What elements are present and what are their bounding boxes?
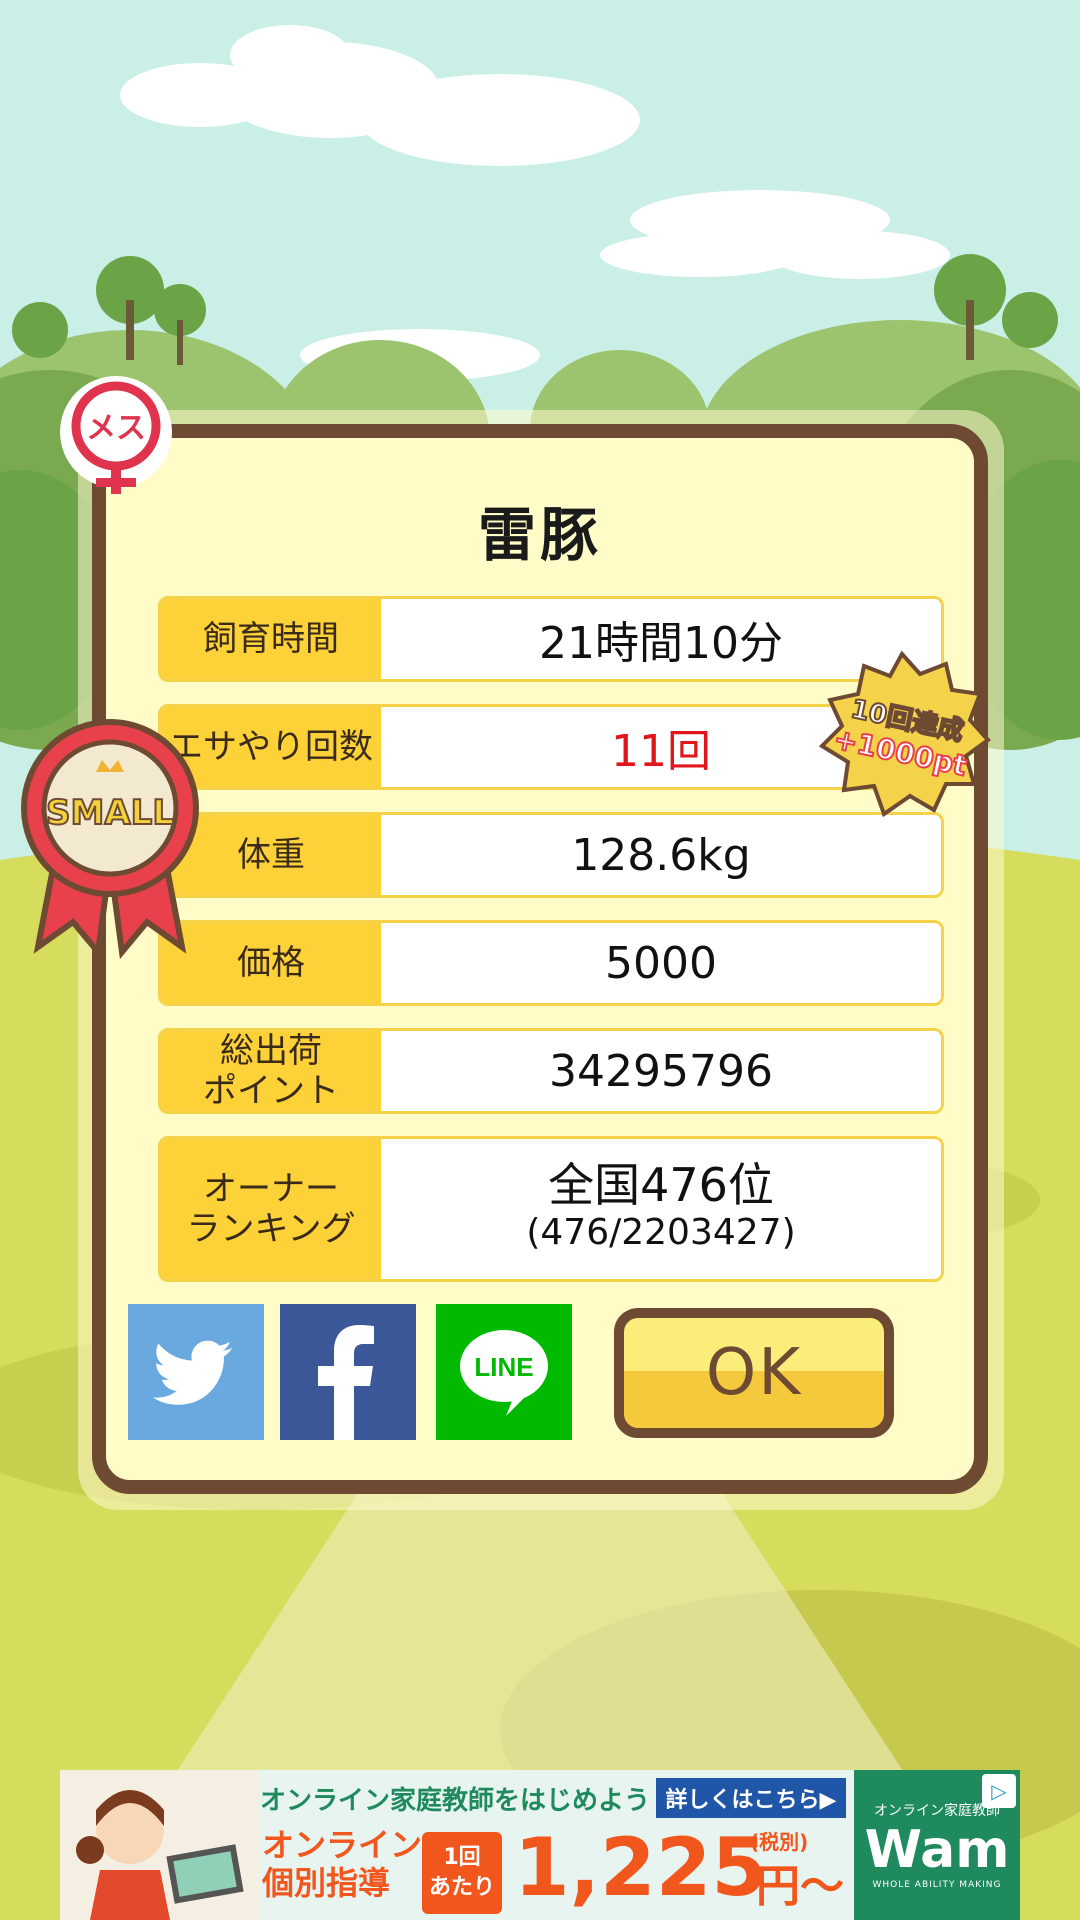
ad-service-line1: オンライン	[262, 1826, 423, 1864]
ad-per-line1: 1回	[443, 1845, 481, 1870]
line-icon: LINE	[436, 1304, 572, 1440]
row-value: 5000	[381, 923, 941, 1003]
ad-banner[interactable]: オンライン家庭教師をはじめよう 詳しくはこちら▶ オンライン 個別指導 1回 あ…	[60, 1770, 1020, 1920]
adchoices-icon[interactable]: ▷	[982, 1774, 1016, 1808]
ad-brand-tagline: WHOLE ABILITY MAKING	[872, 1880, 1002, 1890]
achievement-badge: 10回達成 +1000pt	[812, 650, 992, 820]
row-label: 飼育時間	[161, 599, 381, 679]
ribbon-icon: SMALL	[21, 719, 199, 960]
ranking-detail: (476/2203427)	[526, 1212, 796, 1253]
ranking-main: 全国476位	[548, 1158, 774, 1212]
ad-detail-button[interactable]: 詳しくはこちら▶	[656, 1778, 846, 1818]
ad-brand-name: Wam	[864, 1820, 1010, 1880]
row-label: オーナー ランキング	[161, 1139, 381, 1279]
female-symbol-icon: メス	[60, 376, 172, 494]
twitter-icon	[128, 1304, 264, 1440]
row-label-line1: オーナー	[203, 1169, 339, 1209]
ad-per-line2: あたり	[428, 1875, 495, 1900]
ad-service: オンライン 個別指導	[262, 1826, 422, 1902]
facebook-icon	[280, 1304, 416, 1440]
status-dialog: 雷豚 飼育時間 21時間10分 エサやり回数 11回 体重 128.6kg 価格…	[92, 424, 988, 1494]
size-label: SMALL	[46, 793, 174, 833]
ad-per-lesson: 1回 あたり	[422, 1832, 502, 1914]
twitter-share-button[interactable]	[128, 1304, 264, 1440]
gender-label: メス	[86, 411, 146, 446]
ad-price: 1,225	[514, 1821, 768, 1914]
row-label-line1: 総出荷	[220, 1031, 322, 1071]
ok-button[interactable]: OK	[614, 1308, 894, 1438]
row-label: 総出荷 ポイント	[161, 1031, 381, 1111]
ad-service-line2: 個別指導	[262, 1864, 391, 1902]
size-ribbon: SMALL	[18, 712, 202, 962]
row-label-line2: ポイント	[203, 1071, 339, 1111]
female-badge: メス	[52, 376, 180, 504]
starburst-icon: 10回達成 +1000pt	[818, 650, 991, 818]
row-price: 価格 5000	[158, 920, 944, 1006]
line-share-button[interactable]: LINE	[436, 1304, 572, 1440]
ad-yen: 円〜	[756, 1861, 844, 1912]
row-value: 全国476位 (476/2203427)	[381, 1139, 941, 1279]
row-owner-ranking: オーナー ランキング 全国476位 (476/2203427)	[158, 1136, 944, 1282]
row-weight: 体重 128.6kg	[158, 812, 944, 898]
row-total-shipping-points: 総出荷 ポイント 34295796	[158, 1028, 944, 1114]
tutor-illustration-icon	[60, 1770, 260, 1920]
pig-name-title: 雷豚	[477, 501, 602, 569]
row-value: 128.6kg	[381, 815, 941, 895]
row-label-line2: ランキング	[186, 1209, 356, 1249]
facebook-share-button[interactable]	[280, 1304, 416, 1440]
ad-headline: オンライン家庭教師をはじめよう	[260, 1786, 651, 1816]
line-label: LINE	[474, 1352, 533, 1382]
row-value: 34295796	[381, 1031, 941, 1111]
